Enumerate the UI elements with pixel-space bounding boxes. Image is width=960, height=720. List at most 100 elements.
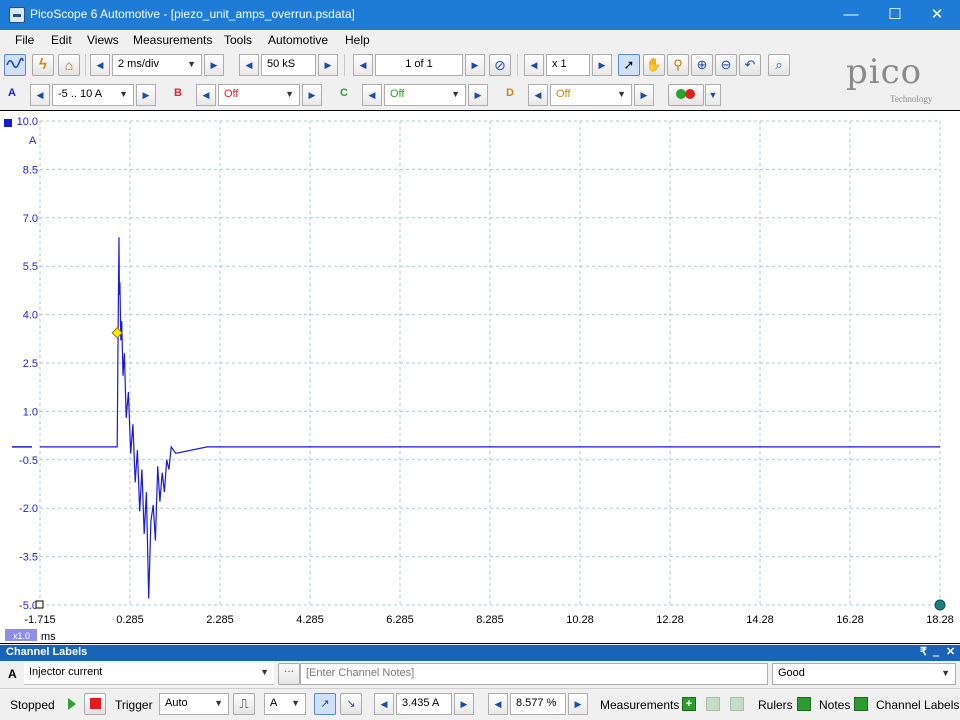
menu-automotive[interactable]: Automotive <box>268 33 328 47</box>
x-unit-label: ms <box>41 631 56 643</box>
edit-measurement-icon[interactable] <box>706 697 720 711</box>
channel-options-icon[interactable] <box>668 84 704 106</box>
channel-d-next-button[interactable]: ▶ <box>634 84 654 106</box>
y-tick-label: -3.5 <box>19 552 38 564</box>
channel-a-prev-button[interactable]: ◀ <box>30 84 50 106</box>
channel-c-prev-button[interactable]: ◀ <box>362 84 382 106</box>
y-tick-label: 5.5 <box>23 261 38 273</box>
pretrigger-prev-button[interactable]: ◀ <box>488 693 508 715</box>
channel-c-range-select[interactable]: Off ▼ <box>384 84 466 106</box>
channel-d-range-select[interactable]: Off ▼ <box>550 84 632 106</box>
play-icon[interactable] <box>68 698 76 710</box>
zoom-region-icon[interactable]: ⚲ <box>667 54 689 76</box>
channel-notes-input[interactable]: [Enter Channel Notes] <box>300 663 768 685</box>
buffer-field[interactable]: 1 of 1 <box>375 54 463 76</box>
trigger-level-field[interactable]: 3.435 A <box>396 693 452 715</box>
channel-b-button[interactable]: B <box>170 84 192 106</box>
channel-toolbar: A ◀ -5 .. 10 A ▼ ▶ B ◀ Off ▼ ▶ C ◀ Off ▼ ▶ … <box>0 82 830 110</box>
zoom-next-button[interactable]: ▶ <box>592 54 612 76</box>
timebase-next-button[interactable]: ▶ <box>204 54 224 76</box>
zoom-out-icon[interactable]: ⊖ <box>715 54 737 76</box>
y-tick-label: 1.0 <box>23 406 38 418</box>
delete-measurement-icon[interactable] <box>730 697 744 711</box>
scope-mode-icon[interactable] <box>4 54 26 76</box>
samples-field[interactable]: 50 kS <box>261 54 316 76</box>
quality-select[interactable]: Good ▼ <box>772 663 956 685</box>
trigger-mode-select[interactable]: Auto ▼ <box>159 693 229 715</box>
buffer-prev-button[interactable]: ◀ <box>353 54 373 76</box>
channel-b-next-button[interactable]: ▶ <box>302 84 322 106</box>
channel-a-next-button[interactable]: ▶ <box>136 84 156 106</box>
menu-edit[interactable]: Edit <box>51 33 72 47</box>
zoom-prev-button[interactable]: ◀ <box>524 54 544 76</box>
x-axis-ticks: -1.715 0.285 2.285 4.285 6.285 8.285 10.28 12.2… <box>24 614 953 626</box>
pretrigger-next-button[interactable]: ▶ <box>568 693 588 715</box>
trigger-level-prev-button[interactable]: ◀ <box>374 693 394 715</box>
trigger-channel-value: A <box>270 697 278 709</box>
notes-label[interactable]: Notes <box>819 698 850 712</box>
stop-button[interactable] <box>84 693 106 715</box>
channel-d-button[interactable]: D <box>502 84 524 106</box>
maximize-button[interactable]: ☐ <box>872 0 918 30</box>
more-button[interactable]: ··· <box>278 663 300 685</box>
trigger-time-marker[interactable] <box>934 599 946 611</box>
menu-help[interactable]: Help <box>345 33 370 47</box>
falling-edge-icon[interactable]: ↘ <box>340 693 362 715</box>
zoom-field[interactable]: x 1 <box>546 54 590 76</box>
panel-minimize-icon[interactable]: ‗ <box>933 645 939 657</box>
channel-a-button[interactable]: A <box>4 84 26 106</box>
channel-label-input[interactable]: Injector current ▼ <box>24 663 274 685</box>
pretrigger-field[interactable]: 8.577 % <box>510 693 566 715</box>
samples-next-button[interactable]: ▶ <box>318 54 338 76</box>
channel-c-next-button[interactable]: ▶ <box>468 84 488 106</box>
compass-icon[interactable]: ⊘ <box>489 54 511 76</box>
timebase-prev-button[interactable]: ◀ <box>90 54 110 76</box>
channel-c-button[interactable]: C <box>336 84 358 106</box>
channel-label-value: Injector current <box>29 666 103 678</box>
waveform-plot[interactable]: A 10.0 8.5 7.0 5.5 4.0 2.5 1.0 -0.5 -2.0 -3.5 -5.0… <box>0 111 960 644</box>
panel-close-icon[interactable]: ✕ <box>946 645 955 658</box>
x-tick-label: 16.28 <box>836 614 864 626</box>
window-title: PicoScope 6 Automotive - [piezo_unit_amp… <box>30 7 355 21</box>
channel-b-range-select[interactable]: Off ▼ <box>218 84 300 106</box>
zoom-overview-icon[interactable]: ⌕ <box>768 54 790 76</box>
rulers-icon[interactable] <box>797 697 811 711</box>
channel-d-range: Off <box>556 88 571 100</box>
channel-options-dropdown[interactable]: ▼ <box>705 84 721 106</box>
zoom-value: x 1 <box>552 58 567 70</box>
home-icon[interactable]: ⌂ <box>58 54 80 76</box>
rulers-label[interactable]: Rulers <box>758 698 793 712</box>
pin-icon[interactable]: ₹ <box>920 645 927 658</box>
timebase-select[interactable]: 2 ms/div ▼ <box>112 54 202 76</box>
pretrigger-value: 8.577 % <box>516 697 557 709</box>
channel-a-range: -5 .. 10 A <box>58 88 103 100</box>
channel-labels-toggle-label[interactable]: Channel Labels <box>876 698 959 712</box>
channel-letter: A <box>8 667 17 681</box>
channel-b-prev-button[interactable]: ◀ <box>196 84 216 106</box>
notes-icon[interactable] <box>854 697 868 711</box>
pointer-icon[interactable]: ➚ <box>618 54 640 76</box>
add-measurement-icon[interactable]: + <box>682 697 696 711</box>
menu-measurements[interactable]: Measurements <box>133 33 212 47</box>
undo-zoom-icon[interactable]: ↶ <box>739 54 761 76</box>
rising-edge-icon[interactable]: ↗ <box>314 693 336 715</box>
menu-views[interactable]: Views <box>87 33 119 47</box>
samples-prev-button[interactable]: ◀ <box>239 54 259 76</box>
channel-a-range-select[interactable]: -5 .. 10 A ▼ <box>52 84 134 106</box>
scope-view[interactable]: A 10.0 8.5 7.0 5.5 4.0 2.5 1.0 -0.5 -2.0 -3.5 -5.0… <box>0 110 960 644</box>
minimize-button[interactable]: — <box>828 0 874 30</box>
trigger-level-next-button[interactable]: ▶ <box>454 693 474 715</box>
trigger-channel-select[interactable]: A ▼ <box>264 693 306 715</box>
menu-tools[interactable]: Tools <box>224 33 252 47</box>
x-tick-label: 0.285 <box>116 614 144 626</box>
buffer-next-button[interactable]: ▶ <box>465 54 485 76</box>
origin-marker[interactable] <box>35 600 44 609</box>
lightning-icon[interactable]: ϟ <box>32 54 54 76</box>
channel-d-prev-button[interactable]: ◀ <box>528 84 548 106</box>
menu-file[interactable]: File <box>15 33 34 47</box>
hand-icon[interactable]: ✋ <box>643 54 665 76</box>
measurements-label: Measurements <box>600 698 680 712</box>
close-button[interactable]: ✕ <box>914 0 960 30</box>
trigger-edge-icon[interactable]: ⎍ <box>233 693 255 715</box>
zoom-in-icon[interactable]: ⊕ <box>691 54 713 76</box>
